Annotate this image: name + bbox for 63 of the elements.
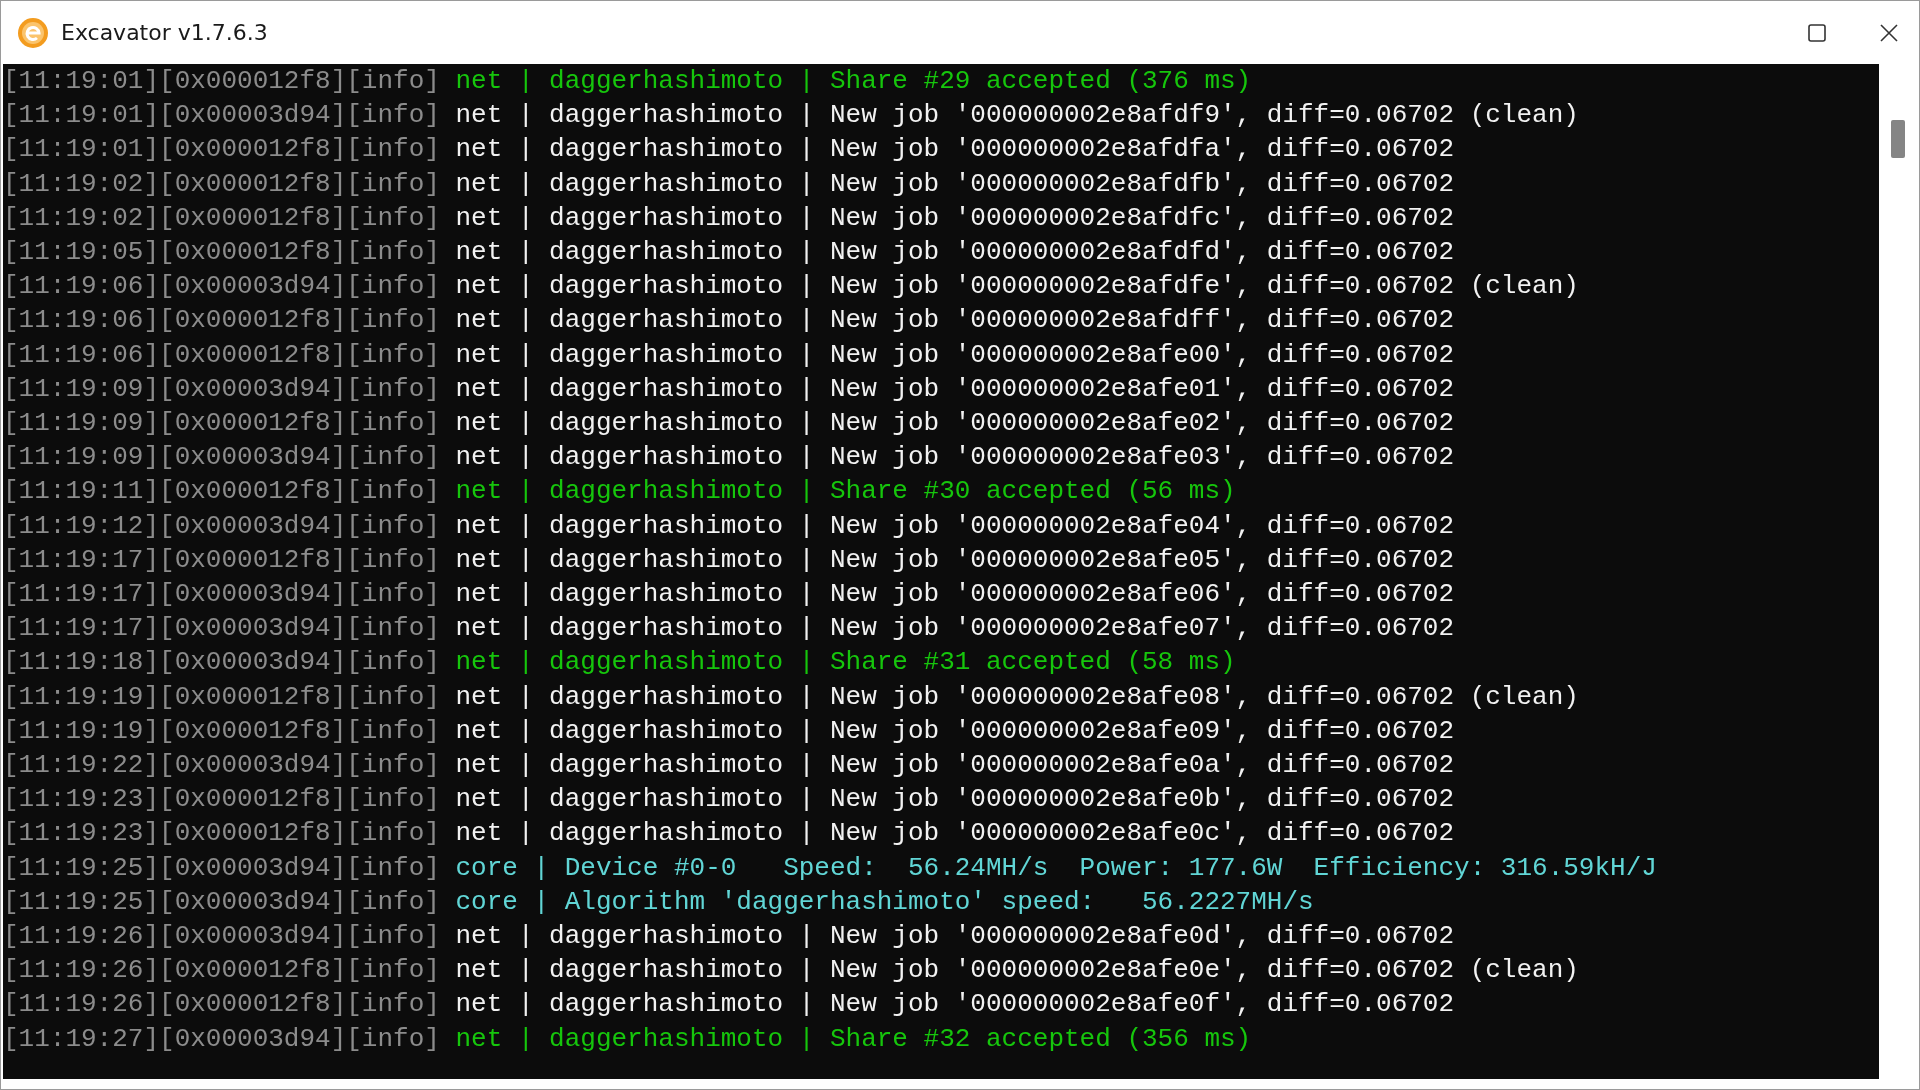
log-message: net | daggerhashimoto | New job '000000002e8afe02', diff=0.06702 [455,407,1455,441]
log-prefix: [11:19:06][0x000012f8][info] [3,304,440,338]
log-prefix: [11:19:26][0x00003d94][info] [3,920,440,954]
log-prefix: [11:19:26][0x000012f8][info] [3,988,440,1022]
log-message: net | daggerhashimoto | New job '000000002e8afe08', diff=0.06702 (clean) [455,680,1579,714]
log-prefix: [11:19:27][0x00003d94][info] [3,1022,440,1056]
log-prefix: [11:19:17][0x00003d94][info] [3,612,440,646]
log-message: net | daggerhashimoto | New job '000000002e8afe0b', diff=0.06702 [455,783,1455,817]
log-message: net | daggerhashimoto | Share #30 accepted (56 ms) [455,475,1236,509]
log-prefix: [11:19:19][0x000012f8][info] [3,680,440,714]
log-prefix: [11:19:23][0x000012f8][info] [3,783,440,817]
log-message: net | daggerhashimoto | New job '000000002e8afe00', diff=0.06702 [455,338,1455,372]
log-message: net | daggerhashimoto | New job '000000002e8afe0a', diff=0.06702 [455,749,1455,783]
log-message: net | daggerhashimoto | New job '000000002e8afe0d', diff=0.06702 [455,920,1455,954]
log-message: net | daggerhashimoto | New job '000000002e8afdfd', diff=0.06702 [455,236,1455,269]
log-prefix: [11:19:23][0x000012f8][info] [3,817,440,851]
log-prefix: [11:19:18][0x00003d94][info] [3,646,440,680]
log-message: net | daggerhashimoto | New job '000000002e8afe05', diff=0.06702 [455,543,1455,577]
log-message: net | daggerhashimoto | New job '000000002e8afe0c', diff=0.06702 [455,817,1455,851]
app-logo-icon [17,16,49,49]
maximize-icon [1806,21,1828,44]
log-message: core | Algorithm 'daggerhashimoto' speed: 56.2227MH/s [455,885,1314,919]
log-prefix: [11:19:25][0x00003d94][info] [3,885,440,919]
log-message: net | daggerhashimoto | New job '000000002e8afdf9', diff=0.06702 (clean) [455,99,1579,133]
log-prefix: [11:19:26][0x000012f8][info] [3,954,440,988]
scrollbar-thumb[interactable] [1891,120,1905,158]
log-message: net | daggerhashimoto | New job '000000002e8afdff', diff=0.06702 [455,304,1455,338]
log-message: net | daggerhashimoto | New job '000000002e8afe03', diff=0.06702 [455,441,1455,475]
log-message: net | daggerhashimoto | New job '000000002e8afe06', diff=0.06702 [455,578,1455,612]
log-prefix: [11:19:09][0x00003d94][info] [3,372,440,406]
log-prefix: [11:19:06][0x000012f8][info] [3,338,440,372]
log-message: net | daggerhashimoto | New job '000000002e8afdfc', diff=0.06702 [455,201,1455,235]
close-icon [1878,21,1900,44]
log-message: net | daggerhashimoto | New job '000000002e8afe0e', diff=0.06702 (clean) [455,954,1579,988]
log-message: net | daggerhashimoto | Share #29 accepted (376 ms) [455,65,1252,98]
log-prefix: [11:19:11][0x000012f8][info] [3,475,440,509]
log-prefix: [11:19:05][0x000012f8][info] [3,236,440,269]
log-message: net | daggerhashimoto | Share #32 accepted (356 ms) [455,1022,1252,1056]
log-message: net | daggerhashimoto | New job '000000002e8afe09', diff=0.06702 [455,714,1455,748]
log-prefix: [11:19:09][0x000012f8][info] [3,407,440,441]
log-prefix: [11:19:22][0x00003d94][info] [3,749,440,783]
log-message: core | Device #0-0 Speed: 56.24MH/s Power: 177.6W Efficiency: 316.59kH/J [455,851,1657,885]
log-message: net | daggerhashimoto | Share #31 accepted (58 ms) [455,646,1236,680]
log-message: net | daggerhashimoto | New job '000000002e8afdfe', diff=0.06702 (clean) [455,270,1579,304]
log-message: net | daggerhashimoto | New job '000000002e8afdfa', diff=0.06702 [455,133,1455,167]
log-prefix: [11:19:02][0x000012f8][info] [3,167,440,201]
log-prefix: [11:19:01][0x00003d94][info] [3,99,440,133]
log-prefix: [11:19:01][0x000012f8][info] [3,133,440,167]
log-prefix: [11:19:01][0x000012f8][info] [3,65,440,98]
log-message: net | daggerhashimoto | New job '000000002e8afe01', diff=0.06702 [455,372,1455,406]
log-prefix: [11:19:09][0x00003d94][info] [3,441,440,475]
log-prefix: [11:19:19][0x000012f8][info] [3,714,440,748]
log-prefix: [11:19:25][0x00003d94][info] [3,851,440,885]
log-prefix: [11:19:12][0x00003d94][info] [3,509,440,543]
window-title: Excavator v1.7.6.3 [61,20,268,45]
log-prefix: [11:19:02][0x000012f8][info] [3,201,440,235]
log-prefix: [11:19:06][0x00003d94][info] [3,270,440,304]
log-message: net | daggerhashimoto | New job '000000002e8afdfb', diff=0.06702 [455,167,1455,201]
log-message: net | daggerhashimoto | New job '000000002e8afe0f', diff=0.06702 [455,988,1455,1022]
log-prefix: [11:19:17][0x000012f8][info] [3,543,440,577]
log-message: net | daggerhashimoto | New job '000000002e8afe04', diff=0.06702 [455,509,1455,543]
log-prefix: [11:19:17][0x00003d94][info] [3,578,440,612]
log-message: net | daggerhashimoto | New job '000000002e8afe07', diff=0.06702 [455,612,1455,646]
